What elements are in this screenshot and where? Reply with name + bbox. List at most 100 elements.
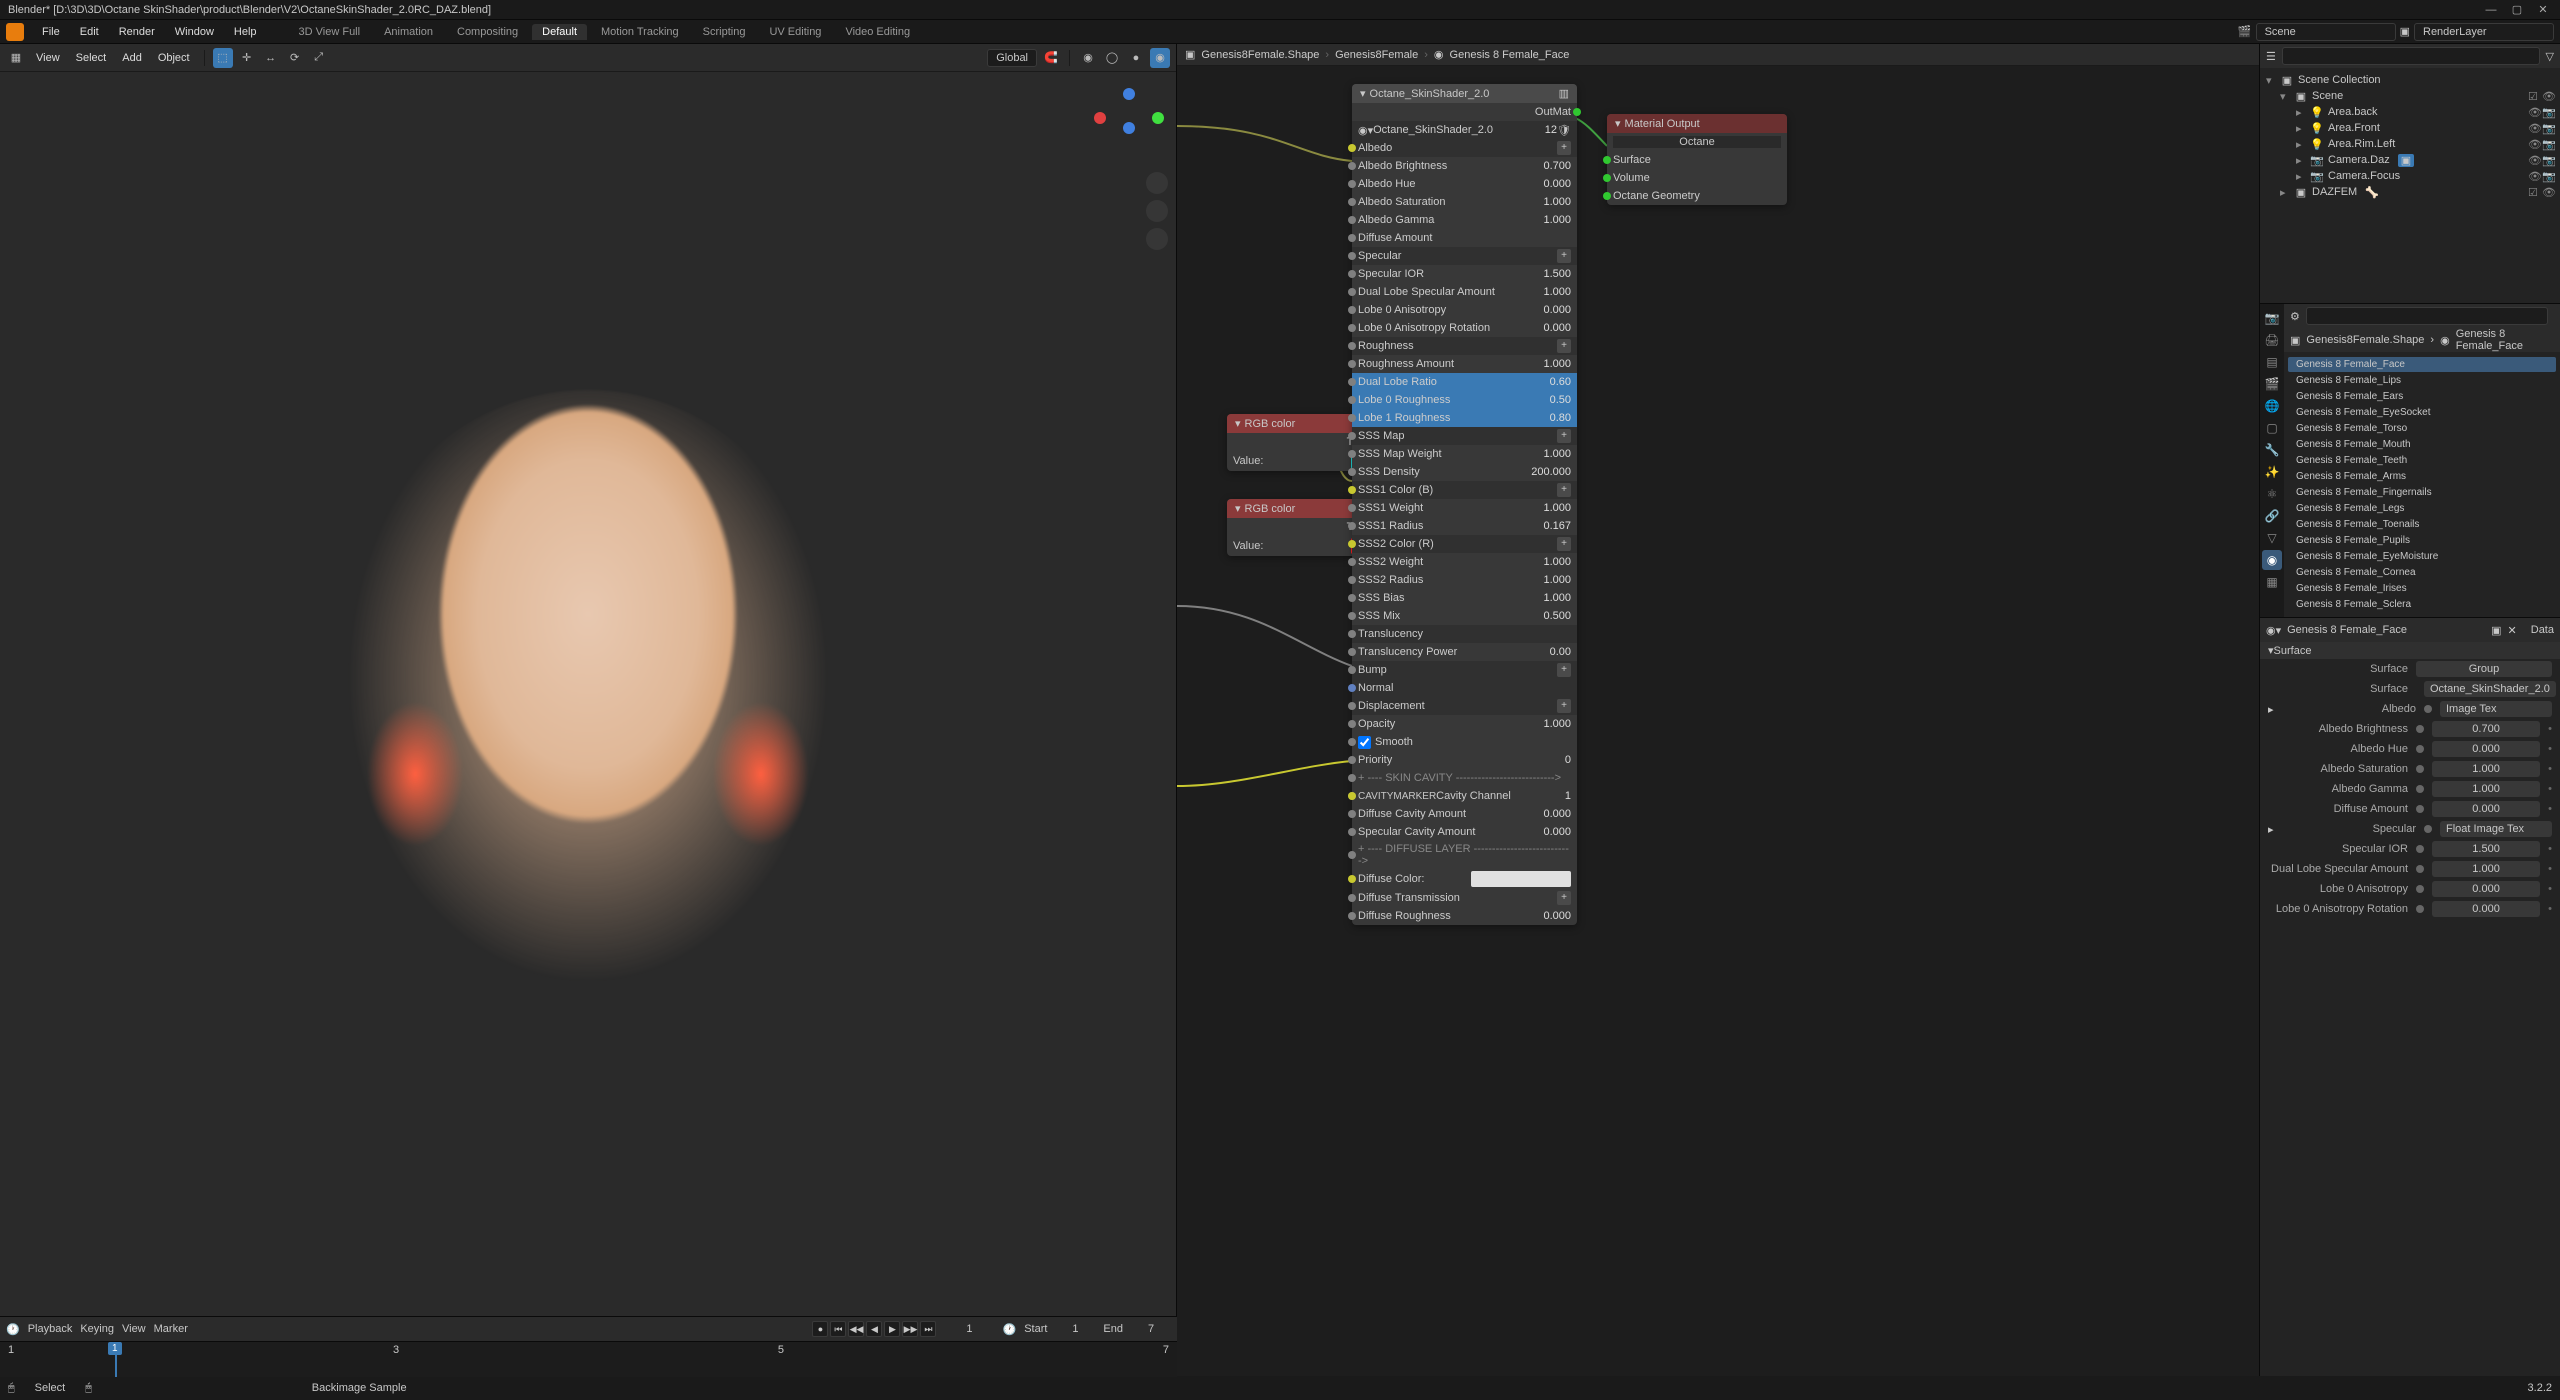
more-icon[interactable]: • <box>2548 843 2552 855</box>
clock-icon[interactable]: 🕐 <box>1002 1323 1016 1336</box>
gizmo-y-icon[interactable] <box>1152 112 1164 124</box>
prop-value[interactable]: 1.500 <box>2432 841 2540 857</box>
pan-icon[interactable] <box>1146 200 1168 222</box>
more-icon[interactable]: • <box>2548 863 2552 875</box>
more-icon[interactable]: • <box>2548 763 2552 775</box>
render-icon[interactable]: 📷 <box>2542 138 2554 150</box>
socket-icon[interactable] <box>2416 865 2424 873</box>
material-slot[interactable]: Genesis 8 Female_Mouth <box>2288 437 2556 452</box>
material-slot[interactable]: Genesis 8 Female_Pupils <box>2288 533 2556 548</box>
tab-motion[interactable]: Motion Tracking <box>591 24 689 40</box>
material-slot[interactable]: Genesis 8 Female_Fingernails <box>2288 485 2556 500</box>
jump-end-icon[interactable]: ⏭ <box>920 1321 936 1337</box>
tab-data-icon[interactable]: ▽ <box>2262 528 2282 548</box>
menu-file[interactable]: File <box>32 26 70 38</box>
tree-item[interactable]: ▸📷Camera.Focus👁📷 <box>2260 168 2560 184</box>
play-icon[interactable]: ▶ <box>884 1321 900 1337</box>
mat-crumb-1[interactable]: Genesis 8 Female_Face <box>2456 328 2554 352</box>
engine-dropdown[interactable]: Octane <box>1613 136 1781 148</box>
mode-icon[interactable]: ⬚ <box>213 48 233 68</box>
more-icon[interactable]: • <box>2548 783 2552 795</box>
material-slot[interactable]: Genesis 8 Female_Legs <box>2288 501 2556 516</box>
eye-icon[interactable]: 👁 <box>2542 90 2554 102</box>
chevron-right-icon[interactable]: ▸ <box>2268 703 2280 716</box>
socket-icon[interactable] <box>2416 845 2424 853</box>
menu-render[interactable]: Render <box>109 26 165 38</box>
autokey-icon[interactable]: ● <box>812 1321 828 1337</box>
orientation-dropdown[interactable]: Global <box>987 49 1037 67</box>
tree-item[interactable]: ▸💡Area.Front👁📷 <box>2260 120 2560 136</box>
socket-icon[interactable] <box>2416 885 2424 893</box>
crumb-0[interactable]: Genesis8Female.Shape <box>1201 49 1319 61</box>
more-icon[interactable]: • <box>2548 723 2552 735</box>
start-frame[interactable]: 1 <box>1055 1323 1095 1335</box>
tab-uv[interactable]: UV Editing <box>759 24 831 40</box>
rotate-icon[interactable]: ⟳ <box>285 48 305 68</box>
socket-icon[interactable] <box>1603 192 1611 200</box>
socket-icon[interactable] <box>2416 785 2424 793</box>
material-slot[interactable]: Genesis 8 Female_Sclera <box>2288 597 2556 612</box>
socket-icon[interactable] <box>2416 725 2424 733</box>
tree-collection[interactable]: ▸▣DAZFEM🦴☑👁 <box>2260 184 2560 200</box>
tree-item[interactable]: ▸💡Area.back👁📷 <box>2260 104 2560 120</box>
layer-field[interactable]: RenderLayer <box>2414 23 2554 41</box>
next-key-icon[interactable]: ▶▶ <box>902 1321 918 1337</box>
socket-icon[interactable] <box>2416 765 2424 773</box>
more-icon[interactable]: • <box>2548 903 2552 915</box>
tab-animation[interactable]: Animation <box>374 24 443 40</box>
copy-icon[interactable]: ▣ <box>2491 624 2501 637</box>
tree-scene[interactable]: ▾▣Scene☑👁 <box>2260 88 2560 104</box>
tab-3dviewfull[interactable]: 3D View Full <box>289 24 371 40</box>
tab-video[interactable]: Video Editing <box>835 24 920 40</box>
tab-object-icon[interactable]: ▢ <box>2262 418 2282 438</box>
exclude-icon[interactable]: ☑ <box>2528 186 2540 198</box>
shading-wire-icon[interactable]: ◯ <box>1102 48 1122 68</box>
tab-modifier-icon[interactable]: 🔧 <box>2262 440 2282 460</box>
socket-icon[interactable] <box>2416 805 2424 813</box>
gizmo-x-icon[interactable] <box>1094 112 1106 124</box>
chevron-right-icon[interactable]: ▸ <box>2268 823 2280 836</box>
material-slot[interactable]: Genesis 8 Female_Toenails <box>2288 517 2556 532</box>
eye-icon[interactable]: 👁 <box>2528 138 2540 150</box>
surface-section-header[interactable]: ▾Surface <box>2260 642 2560 659</box>
menu-edit[interactable]: Edit <box>70 26 109 38</box>
prop-value[interactable]: 0.000 <box>2432 741 2540 757</box>
material-slot[interactable]: Genesis 8 Female_EyeMoisture <box>2288 549 2556 564</box>
eye-icon[interactable]: 👁 <box>2528 106 2540 118</box>
current-frame[interactable]: 1 <box>944 1323 994 1335</box>
node-header[interactable]: ▾Material Output <box>1607 114 1787 133</box>
eye-icon[interactable]: 👁 <box>2542 186 2554 198</box>
eye-icon[interactable]: 👁 <box>2528 154 2540 166</box>
render-icon[interactable]: 📷 <box>2542 154 2554 166</box>
props-type-icon[interactable]: ⚙ <box>2290 310 2300 323</box>
maximize-button[interactable]: ▢ <box>2508 3 2526 17</box>
render-icon[interactable]: 📷 <box>2542 106 2554 118</box>
render-icon[interactable]: 📷 <box>2542 122 2554 134</box>
vp-view[interactable]: View <box>30 50 66 66</box>
material-slot[interactable]: Genesis 8 Female_Cornea <box>2288 565 2556 580</box>
vp-add[interactable]: Add <box>116 50 148 66</box>
timeline-track[interactable]: 1 3 5 7 1 <box>0 1341 1177 1377</box>
material-slot-list[interactable]: Genesis 8 Female_FaceGenesis 8 Female_Li… <box>2284 352 2560 617</box>
prop-value[interactable]: 0.000 <box>2432 801 2540 817</box>
outliner-search[interactable] <box>2282 47 2540 65</box>
node-material-output[interactable]: ▾Material Output Octane Surface Volume O… <box>1607 114 1787 205</box>
socket-icon[interactable] <box>2424 825 2432 833</box>
prop-value[interactable]: 0.700 <box>2432 721 2540 737</box>
tab-output-icon[interactable]: 🖨 <box>2262 330 2282 350</box>
filter-icon[interactable]: ▽ <box>2546 50 2554 63</box>
tab-physics-icon[interactable]: ⚛ <box>2262 484 2282 504</box>
prop-value[interactable]: 0.000 <box>2432 901 2540 917</box>
shading-solid-icon[interactable]: ● <box>1126 48 1146 68</box>
timeline-type-icon[interactable]: 🕐 <box>6 1323 20 1336</box>
socket-icon[interactable] <box>2416 905 2424 913</box>
socket-icon[interactable] <box>1603 156 1611 164</box>
eye-icon[interactable]: 👁 <box>2528 170 2540 182</box>
props-search[interactable] <box>2306 307 2548 325</box>
minimize-button[interactable]: — <box>2482 3 2500 17</box>
shading-render-icon[interactable]: ◉ <box>1150 48 1170 68</box>
socket-icon[interactable] <box>2424 705 2432 713</box>
fake-user-icon[interactable]: 🛡 <box>1557 124 1571 137</box>
material-slot[interactable]: Genesis 8 Female_Lips <box>2288 373 2556 388</box>
node-skin-shader[interactable]: ▾Octane_SkinShader_2.0▥ OutMat ◉▾Octane_… <box>1352 84 1577 925</box>
